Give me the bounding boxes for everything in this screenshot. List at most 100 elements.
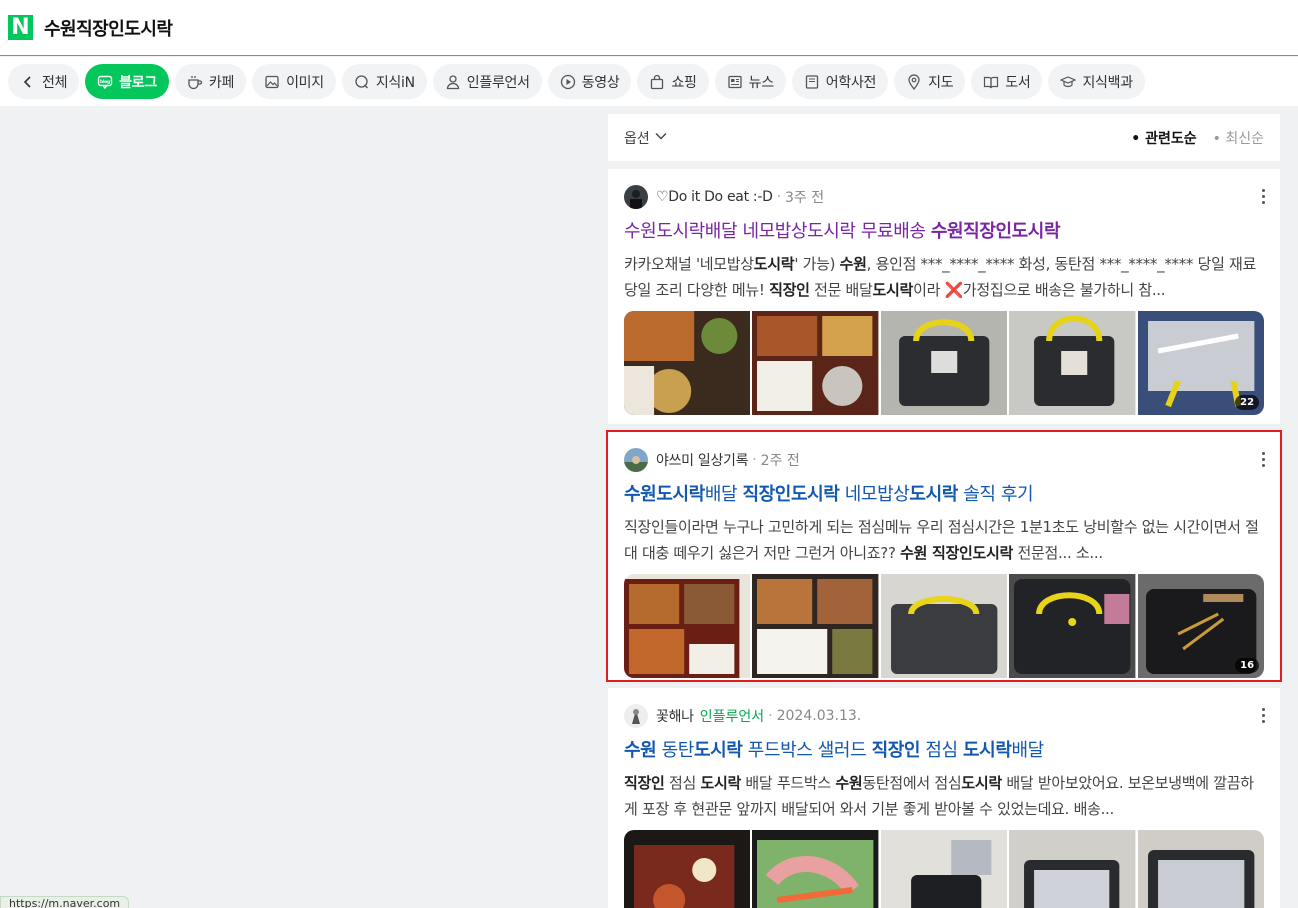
title-text: 푸드박스 샐러드 xyxy=(742,740,872,761)
kin-icon xyxy=(354,74,370,90)
author-name[interactable]: 꽃해나 xyxy=(656,706,694,726)
tab-image[interactable]: 이미지 xyxy=(252,64,336,99)
title-keyword: 수원 xyxy=(624,740,657,761)
chevron-down-icon xyxy=(654,129,668,147)
avatar[interactable] xyxy=(624,448,648,472)
thumbnail-image[interactable] xyxy=(752,311,879,415)
result-title[interactable]: 수원도시락배달 직장인도시락 네모밥상도시락 솔직 후기 xyxy=(624,482,1264,508)
post-date: 2주 전 xyxy=(760,453,800,469)
thumbnail-strip[interactable]: 16 xyxy=(624,574,1264,678)
thumbnail-image[interactable] xyxy=(880,830,1008,908)
tab-blog[interactable]: blog 블로그 xyxy=(85,64,169,99)
thumbnail-strip[interactable]: 22 xyxy=(624,311,1264,415)
tab-video[interactable]: 동영상 xyxy=(547,64,632,99)
tab-dictionary[interactable]: 어학사전 xyxy=(791,64,889,99)
title-text: 배달 xyxy=(704,484,743,505)
image-count-badge: 16 xyxy=(1235,658,1260,673)
thumbnail-image[interactable]: 16 xyxy=(1137,574,1264,678)
tab-influencer[interactable]: 인플루언서 xyxy=(432,64,542,99)
avatar[interactable] xyxy=(624,185,648,209)
avatar[interactable] xyxy=(624,704,648,728)
thumbnail-image[interactable] xyxy=(752,574,879,678)
result-snippet[interactable]: 카카오채널 '네모밥상도시락' 가능) 수원, 용인점 ***_****_***… xyxy=(624,251,1264,303)
post-date: 3주 전 xyxy=(785,190,825,206)
tab-encyclopedia[interactable]: 지식백과 xyxy=(1048,64,1145,99)
more-options-icon[interactable] xyxy=(1262,708,1266,724)
blog-result: ♡Do it Do eat :-D · 3주 전 수원도시락배달 네모밥상도시락… xyxy=(608,169,1280,424)
search-query[interactable]: 수원직장인도시락 xyxy=(44,15,173,41)
naver-logo[interactable]: N xyxy=(8,15,33,40)
result-title[interactable]: 수원도시락배달 네모밥상도시락 무료배송 수원직장인도시락 xyxy=(624,219,1264,245)
thumbnail-image[interactable]: 22 xyxy=(1137,830,1264,908)
title-text: 동탄 xyxy=(656,740,695,761)
title-keyword: 직장인 xyxy=(871,740,921,761)
play-icon xyxy=(560,74,576,90)
tab-label: 도서 xyxy=(1005,74,1031,91)
image-count-badge: 22 xyxy=(1235,395,1260,410)
title-keyword: 도시락 xyxy=(963,740,1012,761)
thumbnail-strip[interactable]: 22 xyxy=(624,830,1264,908)
person-icon xyxy=(445,74,461,90)
tab-kin[interactable]: 지식iN xyxy=(341,64,427,99)
separator-dot: · xyxy=(776,189,782,205)
svg-text:blog: blog xyxy=(100,79,110,85)
post-date: 2024.03.13. xyxy=(776,708,862,724)
tab-cafe[interactable]: 카페 xyxy=(174,64,247,99)
result-snippet[interactable]: 직장인 점심 도시락 배달 푸드박스 수원동탄점에서 점심도시락 배달 받아보았… xyxy=(624,770,1264,822)
result-title[interactable]: 수원 동탄도시락 푸드박스 샐러드 직장인 점심 도시락배달 xyxy=(624,738,1264,764)
tab-shopping[interactable]: 쇼핑 xyxy=(637,64,709,99)
image-icon xyxy=(264,74,280,90)
options-toggle[interactable]: 옵션 xyxy=(624,128,668,148)
author-name[interactable]: 야쓰미 일상기록 xyxy=(656,450,749,470)
title-keyword: 수원도시락 xyxy=(624,484,705,505)
tab-all[interactable]: 전체 xyxy=(8,64,80,99)
thumbnail-image[interactable] xyxy=(1009,311,1136,415)
more-options-icon[interactable] xyxy=(1262,189,1266,205)
tab-label: 동영상 xyxy=(581,74,620,91)
thumbnail-image[interactable] xyxy=(1009,574,1136,678)
tab-map[interactable]: 지도 xyxy=(894,64,966,99)
result-snippet[interactable]: 직장인들이라면 누구나 고민하게 되는 점심메뉴 우리 점심시간은 1분1초도 … xyxy=(624,514,1264,566)
tab-label: 카페 xyxy=(208,74,235,91)
tab-news[interactable]: 뉴스 xyxy=(714,64,786,99)
title-text: 배달 xyxy=(1011,740,1045,761)
book-icon xyxy=(983,74,999,90)
tab-label: 인플루언서 xyxy=(466,74,530,91)
blog-result: 꽃해나 인플루언서 · 2024.03.13. 수원 동탄도시락 푸드박스 샐러… xyxy=(608,688,1280,908)
thumbnail-image[interactable] xyxy=(624,830,751,908)
tab-label: 쇼핑 xyxy=(671,74,697,91)
sort-relevance[interactable]: • 관련도순 xyxy=(1131,128,1196,148)
news-icon xyxy=(727,74,743,90)
cafe-icon xyxy=(187,74,203,90)
tab-label: 지식iN xyxy=(375,74,415,91)
dictionary-icon xyxy=(804,74,820,90)
separator-dot: · xyxy=(752,452,757,468)
title-keyword: 도시락 xyxy=(693,740,743,761)
chevron-left-icon xyxy=(20,74,36,90)
tab-label: 뉴스 xyxy=(748,74,774,91)
more-options-icon[interactable] xyxy=(1262,452,1266,468)
thumbnail-image[interactable] xyxy=(1009,830,1136,908)
sort-recent[interactable]: • 최신순 xyxy=(1213,128,1264,148)
title-text: 네모밥상 xyxy=(839,484,910,505)
thumbnail-image[interactable] xyxy=(880,574,1008,678)
title-keyword: 도시락 xyxy=(909,484,958,505)
tab-label: 지식백과 xyxy=(1082,74,1133,91)
thumbnail-image[interactable] xyxy=(624,574,751,678)
thumbnail-image[interactable] xyxy=(752,830,879,908)
sort-options-bar: 옵션 • 관련도순 • 최신순 xyxy=(608,114,1280,161)
tab-books[interactable]: 도서 xyxy=(971,64,1043,99)
separator-dot: · xyxy=(768,708,773,724)
influencer-badge[interactable]: 인플루언서 xyxy=(700,706,764,726)
map-pin-icon xyxy=(906,73,922,90)
blog-result-highlighted: 야쓰미 일상기록 · 2주 전 수원도시락배달 직장인도시락 네모밥상도시락 솔… xyxy=(606,430,1282,682)
author-name[interactable]: ♡Do it Do eat :-D xyxy=(656,189,773,205)
thumbnail-image[interactable] xyxy=(880,311,1008,415)
title-text: 점심 xyxy=(920,740,964,761)
thumbnail-image[interactable]: 22 xyxy=(1137,311,1264,415)
tab-label: 이미지 xyxy=(286,74,324,91)
thumbnail-image[interactable] xyxy=(624,311,751,415)
tab-label: 블로그 xyxy=(119,74,157,91)
bag-icon xyxy=(649,74,665,90)
blog-icon: blog xyxy=(97,74,113,90)
